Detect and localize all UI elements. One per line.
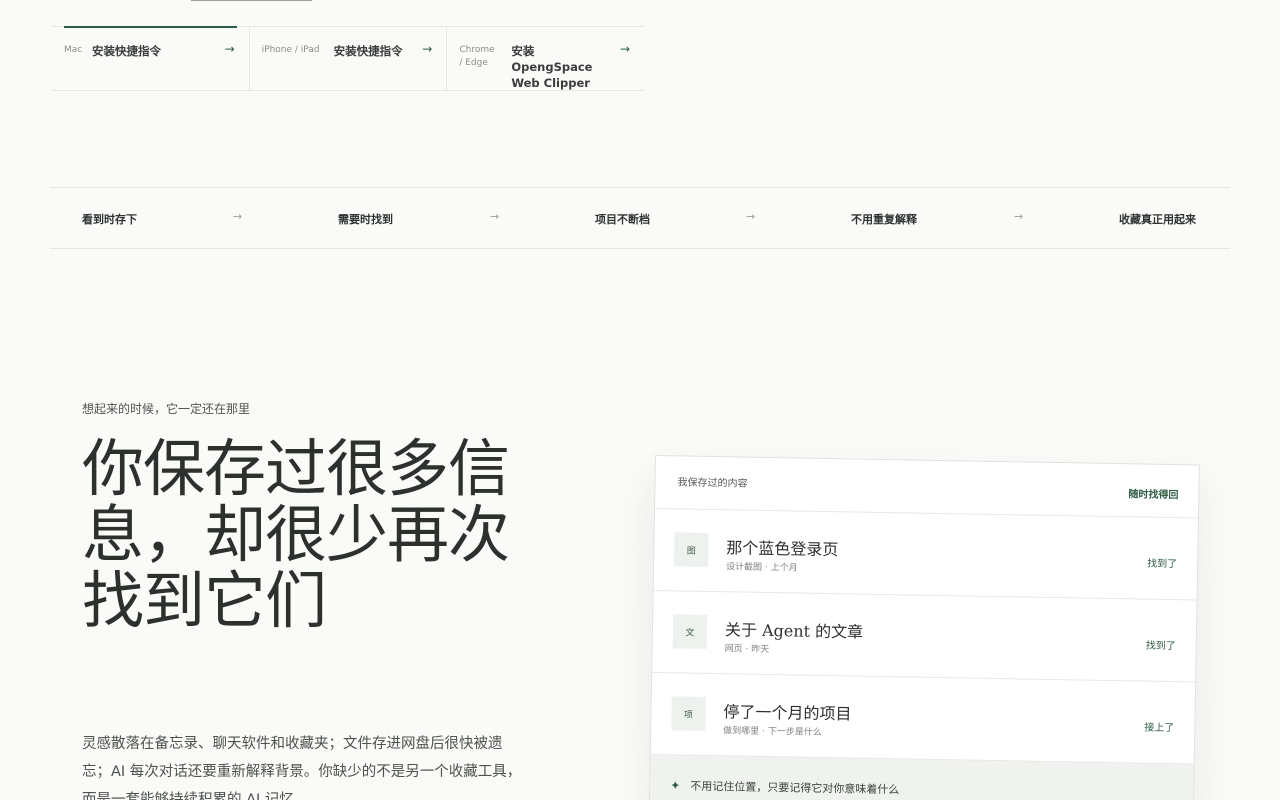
hero-eyebrow: 想起来的时候，它一定还在那里 [82, 402, 251, 416]
item-meta: 做到哪里 · 下一步是什么 [723, 726, 822, 738]
platform-label: Chrome / Edge [459, 45, 495, 68]
platform-label: Mac [64, 45, 83, 55]
step-use: 收藏真正用起来 [1119, 213, 1196, 226]
hero-title: 你保存过很多信息，却很少再次找到它们 [82, 432, 510, 637]
install-web-clipper[interactable]: Chrome / Edge 安装 OpengSpace Web Clipper … [447, 27, 644, 90]
arrow-right-icon: → [422, 42, 433, 56]
install-label: 安装 OpengSpace Web Clipper [511, 44, 593, 90]
arrow-right-icon: → [490, 210, 500, 223]
arrow-right-icon: → [746, 210, 756, 223]
arrow-right-icon: → [224, 42, 235, 56]
step-save: 看到时存下 [82, 213, 137, 226]
card-header-action: 随时找得回 [1128, 489, 1179, 502]
sparkle-icon: ✦ [670, 778, 681, 793]
hero-description: 灵感散落在备忘录、聊天软件和收藏夹；文件存进网盘后很快被遗忘；AI 每次对话还要… [82, 736, 522, 800]
image-badge-icon: 图 [674, 532, 709, 567]
install-options: Mac 安装快捷指令 → iPhone / iPad 安装快捷指令 → Chro… [52, 26, 644, 91]
list-item: 文 关于 Agent 的文章 网页 · 昨天 找到了 [652, 590, 1197, 683]
saved-content-card: 我保存过的内容 随时找得回 图 那个蓝色登录页 设计截图 · 上个月 找到了 文… [648, 455, 1200, 800]
step-project: 项目不断档 [595, 213, 650, 226]
item-title: 停了一个月的项目 [723, 702, 852, 724]
item-status: 接上了 [1144, 722, 1175, 735]
list-item: 项 停了一个月的项目 做到哪里 · 下一步是什么 接上了 [650, 672, 1196, 765]
arrow-right-icon: → [619, 42, 631, 56]
step-no-repeat: 不用重复解释 [851, 213, 917, 226]
nav-underline [191, 0, 312, 1]
project-badge-icon: 项 [671, 696, 706, 731]
item-title: 那个蓝色登录页 [726, 538, 839, 560]
step-find: 需要时找到 [338, 213, 393, 226]
list-item: 图 那个蓝色登录页 设计截图 · 上个月 找到了 [653, 509, 1198, 601]
item-title: 关于 Agent 的文章 [724, 620, 864, 642]
article-badge-icon: 文 [672, 614, 708, 649]
card-header-label: 我保存过的内容 [677, 477, 748, 490]
item-status: 找到了 [1147, 558, 1178, 571]
platform-label: iPhone / iPad [261, 45, 320, 55]
install-iphone-shortcut[interactable]: iPhone / iPad 安装快捷指令 → [250, 27, 448, 90]
arrow-right-icon: → [1014, 210, 1024, 223]
item-meta: 网页 · 昨天 [724, 644, 770, 656]
item-status: 找到了 [1145, 640, 1176, 653]
install-label: 安装快捷指令 [92, 44, 161, 58]
install-label: 安装快捷指令 [333, 44, 403, 58]
install-mac-shortcut[interactable]: Mac 安装快捷指令 → [52, 26, 250, 90]
item-meta: 设计截图 · 上个月 [725, 562, 798, 574]
arrow-right-icon: → [233, 210, 243, 223]
card-header: 我保存过的内容 随时找得回 [655, 456, 1199, 519]
footer-note: 不用记住位置，只要记得它对你意味着什么 [690, 779, 900, 797]
feature-steps: 看到时存下 → 需要时找到 → 项目不断档 → 不用重复解释 → 收藏真正用起来 [50, 187, 1230, 249]
